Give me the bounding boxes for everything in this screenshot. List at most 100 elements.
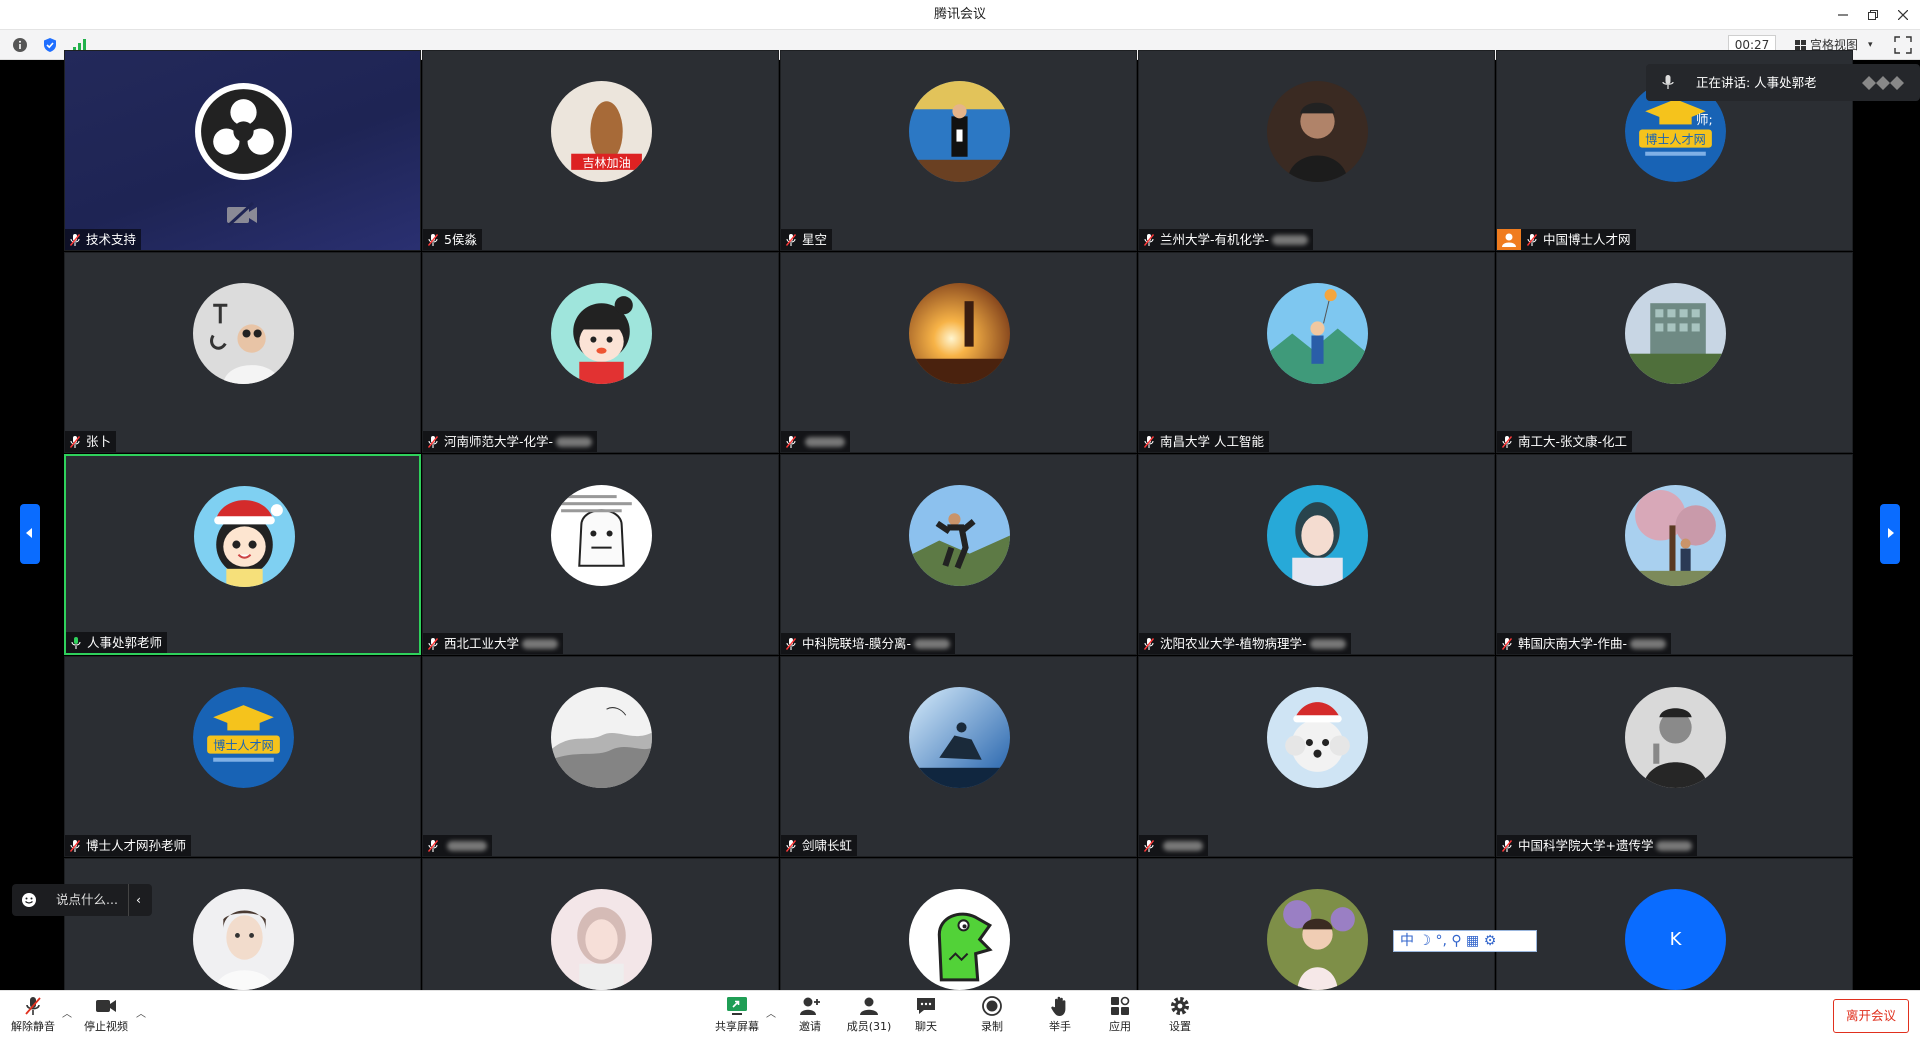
participant-name-tag: 河南师范大学-化学- — [423, 431, 598, 452]
chat-label: 聊天 — [915, 1020, 937, 1033]
mic-muted-icon — [1526, 233, 1538, 246]
caret-up-icon[interactable]: ︿ — [766, 1005, 776, 1020]
speaking-indicator: 正在讲话: 人事处郭老师; — [1646, 64, 1920, 127]
redacted-text — [522, 638, 559, 649]
participant-tile[interactable]: 中国科学院大学+遗传学 — [1496, 656, 1853, 857]
participant-tile[interactable]: 兰州大学-有机化学- — [1138, 50, 1495, 251]
emoji-icon[interactable] — [21, 892, 37, 908]
apps-button[interactable]: 应用 — [1100, 993, 1140, 1039]
participant-tile[interactable]: 技术支持 — [64, 50, 421, 251]
leave-meeting-button[interactable]: 离开会议 — [1833, 999, 1909, 1033]
avatar — [551, 889, 652, 990]
participant-tile[interactable] — [422, 656, 779, 857]
participant-name: 西北工业大学 — [444, 636, 520, 651]
meeting-area: 技术支持 吉林加油 5侯淼 星空 兰州大学-有机化学- 博士人才网 中国博士人才网张卜 河南师… — [0, 50, 1920, 1040]
chat-input-pill[interactable]: 说点什么... ‹ — [12, 884, 152, 916]
restore-button[interactable] — [1858, 0, 1888, 30]
apps-grid-icon — [1111, 996, 1130, 1015]
record-label: 录制 — [981, 1020, 1003, 1033]
participant-tile[interactable]: 张卜 — [64, 252, 421, 453]
mic-icon — [1662, 75, 1674, 89]
participant-tile[interactable] — [1138, 656, 1495, 857]
avatar — [551, 687, 652, 788]
participant-name: 5侯淼 — [444, 232, 477, 247]
participant-name: 南昌大学 人工智能 — [1160, 434, 1264, 449]
unmute-button[interactable]: 解除静音 — [8, 993, 58, 1039]
participant-tile[interactable]: 沈阳农业大学-植物病理学- — [1138, 454, 1495, 655]
participant-tile[interactable]: 人事处郭老师 — [64, 454, 421, 655]
minimize-button[interactable] — [1828, 0, 1858, 30]
participant-tile[interactable]: 剑啸长虹 — [780, 656, 1137, 857]
close-button[interactable] — [1888, 0, 1918, 30]
participant-name-tag: 南昌大学 人工智能 — [1139, 431, 1269, 452]
avatar — [1267, 889, 1368, 990]
redacted-text — [556, 436, 593, 447]
stop-video-button[interactable]: 停止视频 — [80, 993, 132, 1039]
participant-tile[interactable] — [780, 252, 1137, 453]
caret-up-icon[interactable]: ︿ — [136, 1005, 146, 1020]
ime-toolbar[interactable]: 中 ☽ °, ⚲ ▦ ⚙ — [1393, 930, 1537, 952]
divider — [128, 884, 129, 916]
chevron-left-icon[interactable]: ‹ — [136, 884, 141, 916]
raise-hand-label: 举手 — [1049, 1020, 1071, 1033]
mic-muted-icon — [69, 839, 81, 852]
avatar — [1625, 687, 1726, 788]
participant-tile[interactable]: 韩国庆南大学-作曲- — [1496, 454, 1853, 655]
participant-name-tag: 韩国庆南大学-作曲- — [1497, 633, 1672, 654]
members-button[interactable]: 成员(31) — [842, 993, 896, 1039]
avatar — [551, 283, 652, 384]
chat-placeholder: 说点什么... — [56, 892, 118, 907]
record-button[interactable]: 录制 — [972, 993, 1012, 1039]
info-icon[interactable] — [12, 37, 28, 53]
ime-text: 中 ☽ °, ⚲ ▦ ⚙ — [1400, 933, 1497, 949]
participant-name-tag: 剑啸长虹 — [781, 835, 858, 856]
window-title: 腾讯会议 — [933, 7, 986, 22]
participant-tile[interactable]: 星空 — [780, 50, 1137, 251]
participant-name: 中国科学院大学+遗传学 — [1518, 838, 1654, 853]
share-screen-icon — [727, 997, 747, 1015]
next-page-button[interactable] — [1880, 504, 1900, 564]
mic-muted-icon — [25, 997, 41, 1015]
participant-tile[interactable]: 南昌大学 人工智能 — [1138, 252, 1495, 453]
caret-down-icon: ▾ — [1868, 40, 1873, 50]
participant-name: 人事处郭老师 — [87, 635, 163, 650]
mic-muted-icon — [1501, 839, 1513, 852]
share-screen-button[interactable]: 共享屏幕 — [712, 993, 762, 1039]
prev-page-button[interactable] — [20, 504, 40, 564]
participant-tile[interactable]: 南工大-张文康-化工 — [1496, 252, 1853, 453]
avatar: 博士人才网 — [193, 687, 294, 788]
participant-name: 兰州大学-有机化学- — [1160, 232, 1270, 247]
video-off-icon — [225, 201, 259, 231]
avatar — [1267, 81, 1368, 182]
avatar — [909, 687, 1010, 788]
caret-up-icon[interactable]: ︿ — [62, 1005, 72, 1020]
avatar — [193, 283, 294, 384]
raise-hand-button[interactable]: 举手 — [1040, 993, 1080, 1039]
invite-button[interactable]: 邀请 — [790, 993, 830, 1039]
hand-icon — [1051, 996, 1066, 1016]
settings-button[interactable]: 设置 — [1160, 993, 1200, 1039]
participant-name: 博士人才网孙老师 — [86, 838, 187, 853]
mic-muted-icon — [1501, 435, 1513, 448]
security-shield-icon[interactable] — [42, 37, 58, 53]
avatar-letter: K — [1669, 929, 1682, 950]
settings-label: 设置 — [1169, 1020, 1191, 1033]
participant-name-tag: 中国博士人才网 — [1497, 229, 1636, 250]
chat-button[interactable]: 聊天 — [906, 993, 946, 1039]
mic-muted-icon — [1143, 435, 1155, 448]
mic-muted-icon — [785, 435, 797, 448]
participant-name-tag: 兰州大学-有机化学- — [1139, 229, 1314, 250]
fullscreen-icon[interactable] — [1894, 36, 1912, 54]
participant-name-tag: 沈阳农业大学-植物病理学- — [1139, 633, 1351, 654]
unmute-label: 解除静音 — [11, 1020, 55, 1033]
participant-tile[interactable]: 吉林加油 5侯淼 — [422, 50, 779, 251]
participant-name-tag: 技术支持 — [65, 229, 142, 250]
participant-tile[interactable]: 中科院联培-膜分离- — [780, 454, 1137, 655]
bottom-toolbar: 解除静音 ︿ 停止视频 ︿ 共享屏幕 ︿ 邀请 成员(31) 聊天 录制 举手 … — [0, 990, 1920, 1040]
participant-name-tag: 人事处郭老师 — [66, 632, 168, 653]
mic-muted-icon — [427, 435, 439, 448]
participant-tile[interactable]: 博士人才网博士人才网孙老师 — [64, 656, 421, 857]
participant-tile[interactable]: 西北工业大学 — [422, 454, 779, 655]
participant-tile[interactable]: 河南师范大学-化学- — [422, 252, 779, 453]
mic-muted-icon — [1143, 233, 1155, 246]
